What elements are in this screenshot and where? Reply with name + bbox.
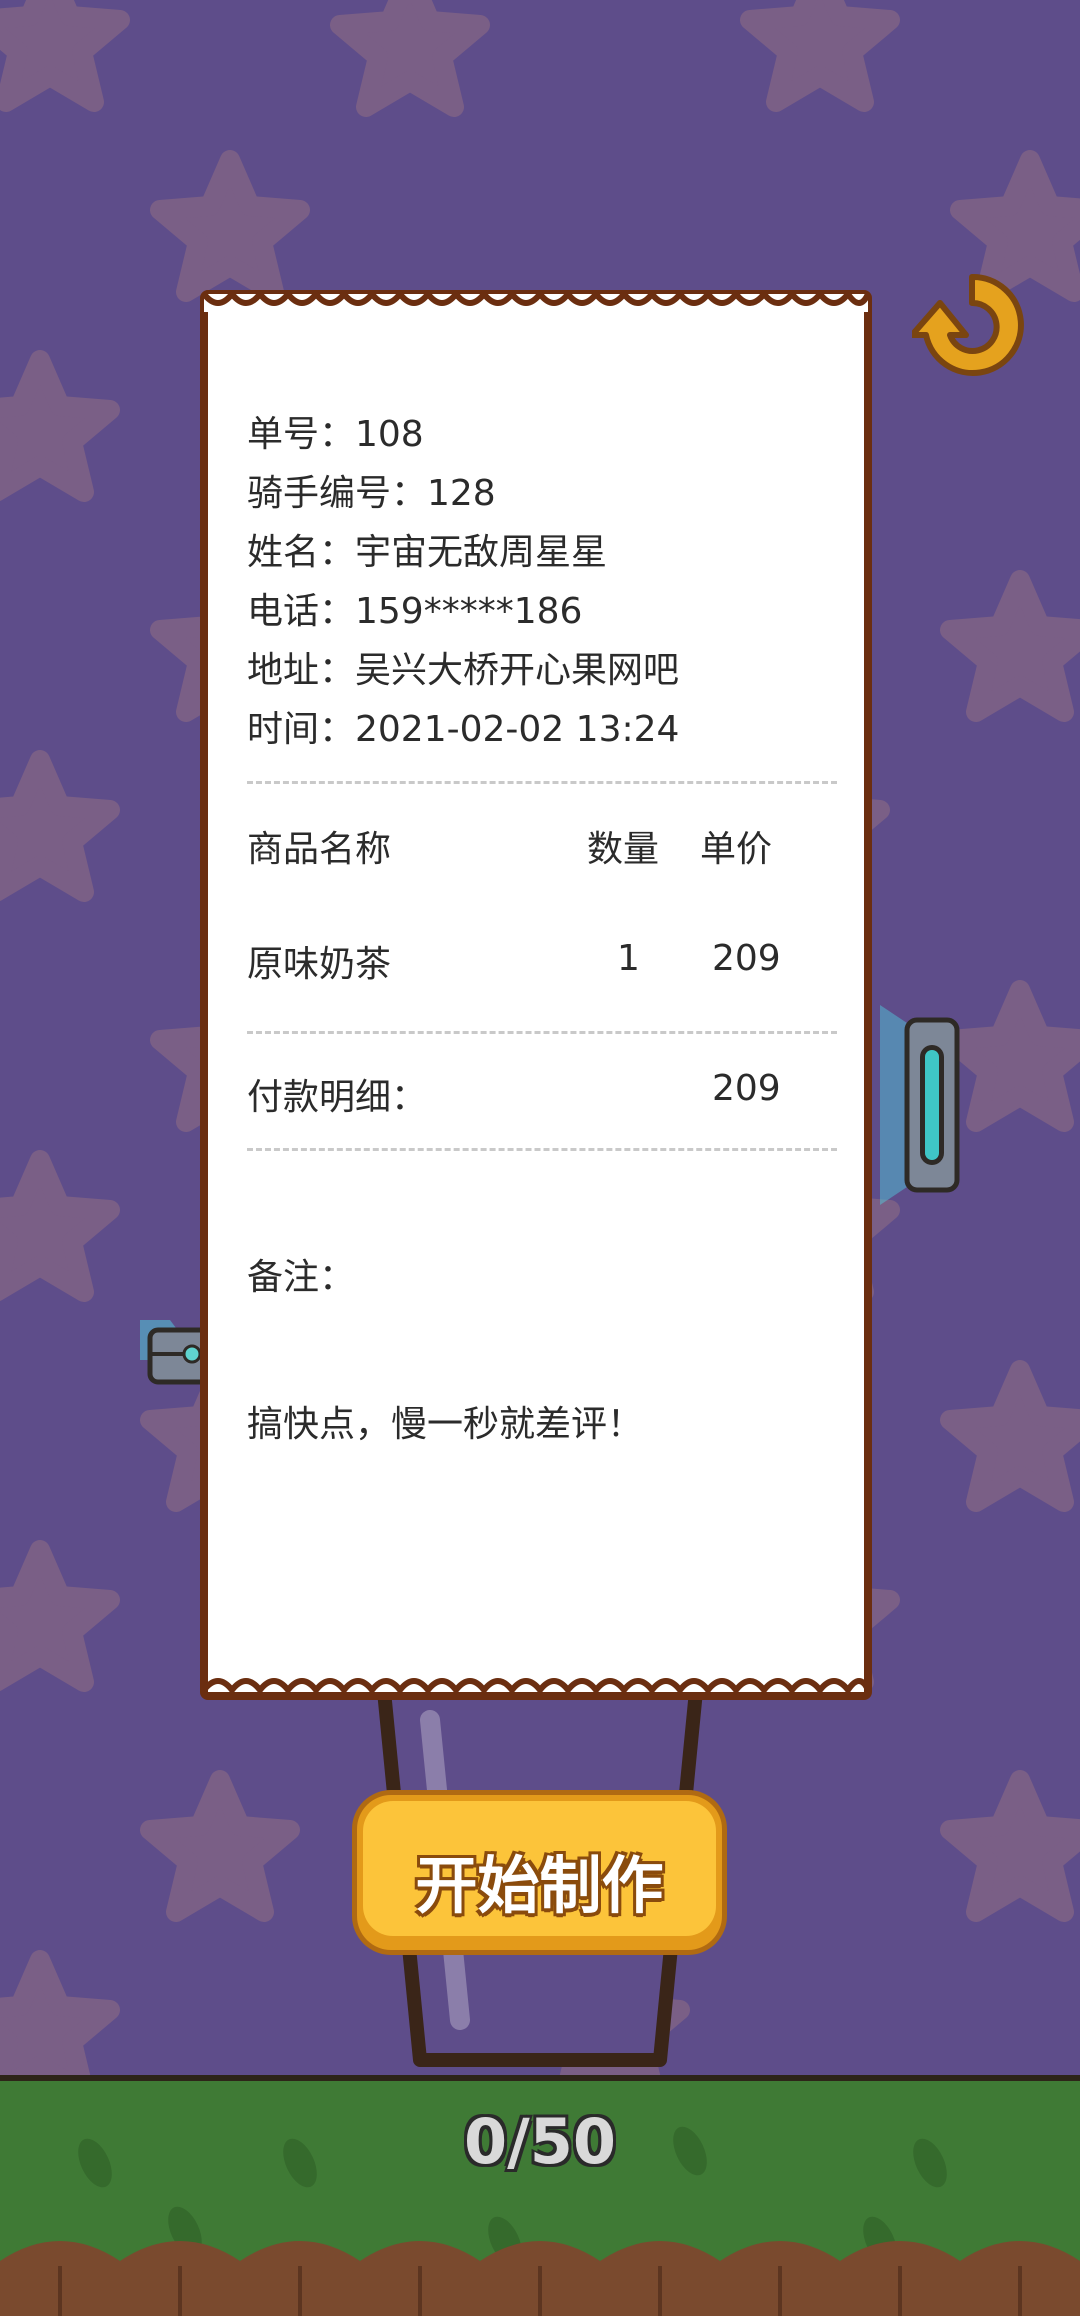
divider xyxy=(247,781,837,784)
item-price: 209 xyxy=(712,938,781,979)
column-header-name: 商品名称 xyxy=(247,829,392,870)
customer-name: 姓名：宇宙无敌周星星 xyxy=(247,532,608,573)
customer-phone: 电话：159*****186 xyxy=(247,591,583,632)
start-making-button[interactable]: 开始制作 xyxy=(357,1795,722,1950)
divider xyxy=(247,1031,837,1034)
rider-number: 骑手编号：128 xyxy=(247,473,496,514)
item-qty: 1 xyxy=(617,938,640,979)
progress-counter: 0/50 xyxy=(463,2105,617,2178)
right-dispenser[interactable] xyxy=(880,1005,970,1205)
order-number: 单号：108 xyxy=(247,414,424,455)
start-button-label: 开始制作 xyxy=(415,1849,664,1922)
payment-label: 付款明细： xyxy=(247,1077,428,1118)
customer-address: 地址：吴兴大桥开心果网吧 xyxy=(247,650,680,691)
item-name: 原味奶茶 xyxy=(247,944,392,985)
column-header-price: 单价 xyxy=(700,829,773,870)
order-receipt: 单号：108 骑手编号：128 姓名：宇宙无敌周星星 电话：159*****18… xyxy=(200,290,872,1700)
column-header-qty: 数量 xyxy=(587,829,660,870)
order-time: 时间：2021-02-02 13:24 xyxy=(247,709,680,750)
refresh-icon[interactable] xyxy=(912,265,1032,390)
divider xyxy=(247,1148,837,1151)
remark-label: 备注： xyxy=(247,1257,356,1298)
remark-text: 搞快点，慢一秒就差评！ xyxy=(247,1404,644,1445)
payment-total: 209 xyxy=(712,1068,781,1109)
